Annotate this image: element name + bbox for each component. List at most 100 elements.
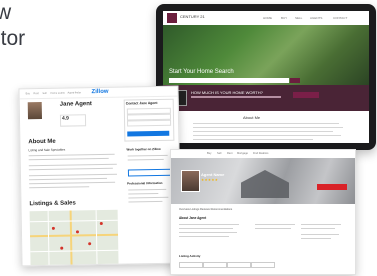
listings-heading: Listings & Sales (29, 200, 76, 208)
about-text-line (29, 186, 90, 189)
about-text-line (29, 181, 116, 185)
side-text-line (128, 200, 163, 203)
about-text-line (28, 153, 115, 157)
brand-name: CENTURY 21 (180, 14, 205, 19)
nav-sell-link[interactable]: SELL (295, 16, 302, 20)
about-heading: About Jane Agent (179, 216, 207, 220)
home-search-input[interactable] (169, 78, 289, 83)
map-street (47, 210, 50, 265)
zillow-nav-agent-finder[interactable]: Agent finder (68, 91, 82, 94)
site-header: CENTURY 21 HOME BUY SELL AGENTS CONTACT (163, 11, 369, 26)
map-street (95, 210, 98, 265)
contact-email-input[interactable] (127, 119, 172, 127)
listing-filter-tab[interactable] (179, 262, 203, 268)
about-heading: About Me (243, 115, 261, 120)
zillow-nav-rent[interactable]: Rent (34, 92, 39, 95)
nav-contact-link[interactable]: CONTACT (333, 16, 347, 20)
zillow-header: Buy Rent Sell Home Loans Agent finder Zi… (19, 86, 178, 100)
monitor-frame: CENTURY 21 HOME BUY SELL AGENTS CONTACT … (156, 4, 376, 150)
map-road (69, 210, 73, 265)
star-rating-icon: ★★★★★ (201, 178, 219, 182)
profile-tabs[interactable]: Overview Listings Reviews Recommendation… (179, 208, 232, 211)
hero-title: Start Your Home Search (169, 69, 234, 75)
about-text-line (179, 224, 239, 226)
monitor-screen: CENTURY 21 HOME BUY SELL AGENTS CONTACT … (163, 11, 369, 143)
side-text-line (128, 196, 169, 199)
about-text-line (193, 127, 343, 128)
detail-text-line (301, 224, 341, 226)
zillow-nav-home-loans[interactable]: Home Loans (51, 92, 65, 95)
map-street (30, 249, 119, 253)
about-text-line (179, 232, 237, 234)
brand-logo-icon (167, 13, 177, 23)
map-pin-icon[interactable] (60, 246, 64, 250)
zillow-logo[interactable]: Zillow (91, 89, 108, 95)
about-text-line (28, 157, 109, 161)
contact-heading: Contact Jane Agent (125, 100, 158, 106)
map-pin-icon[interactable] (99, 221, 103, 226)
detail-text-line (301, 228, 335, 230)
detail-text-line (301, 238, 331, 240)
about-text-line (28, 163, 117, 167)
listing-filter-tab[interactable] (203, 262, 227, 268)
nav-agents-link[interactable]: AGENTS (310, 16, 322, 20)
work-together-heading: Work together on Zillow (126, 146, 161, 152)
map-street (29, 219, 118, 223)
about-text-line (28, 173, 117, 177)
about-text-line (29, 177, 108, 181)
listings-map[interactable] (29, 209, 119, 266)
agent-avatar (181, 170, 200, 192)
detail-text-line (255, 224, 295, 226)
home-search-button[interactable] (290, 78, 300, 83)
detail-text-line (255, 228, 291, 230)
about-text-line (193, 123, 339, 124)
map-pin-icon[interactable] (75, 230, 79, 234)
about-text-line (193, 139, 313, 140)
agent-rating: 4.9 (61, 115, 69, 122)
realtor-nav-rent[interactable]: Rent (227, 152, 232, 155)
listing-filter-tab[interactable] (227, 262, 251, 268)
side-text-line (128, 188, 167, 191)
promo-title: HOW MUCH IS YOUR HOME WORTH? (191, 90, 263, 95)
agent-avatar (27, 102, 42, 120)
realtor-nav-sell[interactable]: Sell (217, 152, 221, 155)
realtor-nav-mortgage[interactable]: Mortgage (237, 152, 248, 155)
contact-submit-button[interactable] (127, 130, 170, 137)
side-text-line (127, 158, 164, 161)
about-text-line (193, 135, 341, 136)
nav-home-link[interactable]: HOME (263, 16, 272, 20)
professional-info-heading: Professional Information (127, 180, 163, 186)
zillow-profile-card: Buy Rent Sell Home Loans Agent finder Zi… (18, 85, 182, 267)
headline-line-2: ltor (0, 27, 26, 50)
contact-agent-button[interactable] (317, 184, 347, 190)
headline-line-1: w (0, 1, 12, 24)
about-subheading: Listing and Sale Specialties (28, 147, 66, 153)
agent-name: Agent Name (201, 172, 225, 177)
house-keychain-image (241, 170, 289, 198)
about-heading: About Me (28, 138, 56, 146)
hero-banner: Start Your Home Search (163, 25, 369, 85)
side-text-line (127, 154, 168, 157)
zillow-nav-sell[interactable]: Sell (43, 92, 47, 95)
realtor-nav-buy[interactable]: Buy (207, 152, 211, 155)
about-text-line (179, 228, 233, 230)
realtor-nav-find-realtors[interactable]: Find Realtors (253, 152, 268, 155)
map-road (30, 233, 119, 238)
map-pin-icon[interactable] (51, 226, 55, 230)
listing-filter-tab[interactable] (251, 262, 275, 268)
map-pin-icon[interactable] (88, 242, 92, 246)
listing-activity-heading: Listing Activity (179, 254, 201, 258)
promo-subtext (191, 96, 281, 98)
home-value-promo: HOW MUCH IS YOUR HOME WORTH? (163, 85, 369, 111)
side-text-line (128, 192, 159, 195)
work-together-button[interactable] (127, 168, 173, 177)
nav-buy-link[interactable]: BUY (281, 16, 287, 20)
realtor-profile-card: Buy Sell Rent Mortgage Find Realtors Age… (170, 149, 356, 275)
about-text-line (28, 167, 113, 171)
promo-button[interactable] (293, 92, 319, 98)
detail-text-line (301, 234, 339, 236)
about-text-line (193, 131, 333, 132)
about-text-line (179, 236, 229, 238)
agent-name: Jane Agent (59, 101, 92, 108)
zillow-nav-buy[interactable]: Buy (26, 92, 30, 95)
